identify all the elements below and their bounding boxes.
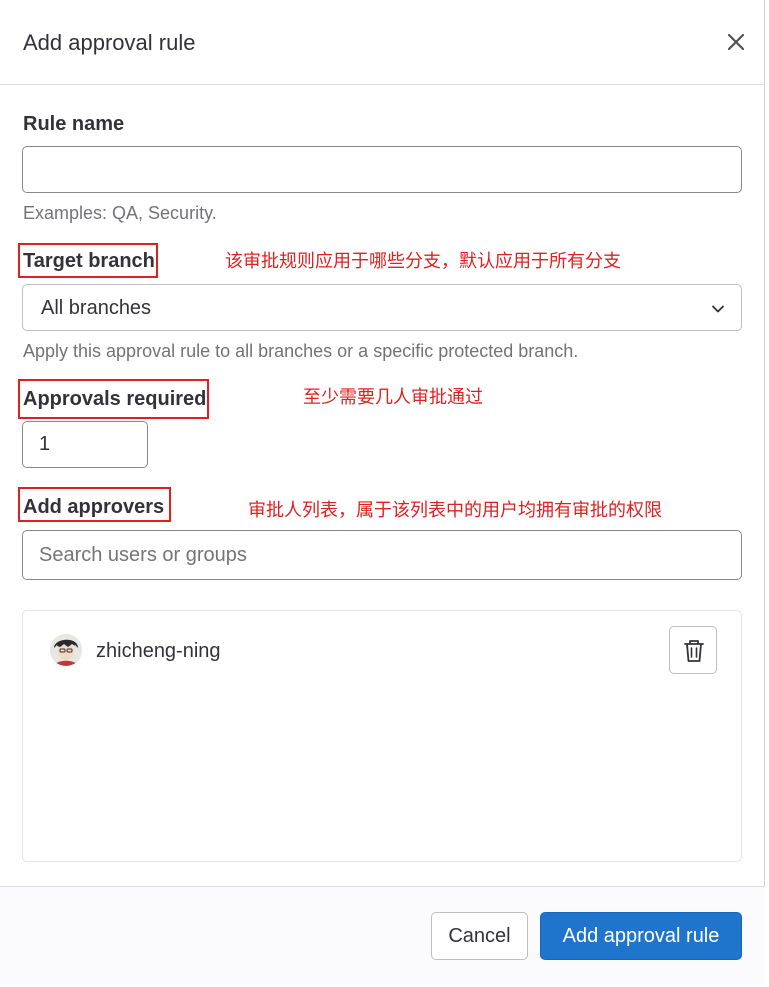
- modal-footer: Cancel Add approval rule: [0, 886, 765, 985]
- approver-search-input[interactable]: [22, 530, 742, 580]
- add-approval-rule-modal: Add approval rule Rule name Examples: QA…: [0, 0, 765, 985]
- modal-title: Add approval rule: [23, 30, 196, 55]
- close-button[interactable]: [722, 28, 750, 56]
- approvals-required-input[interactable]: [22, 421, 148, 468]
- cancel-button[interactable]: Cancel: [431, 912, 528, 960]
- target-branch-annotation: 该审批规则应用于哪些分支，默认应用于所有分支: [225, 251, 621, 272]
- approvals-required-label: Approvals required: [23, 388, 207, 410]
- target-branch-select[interactable]: All branches: [22, 284, 742, 331]
- rule-name-input[interactable]: [22, 146, 742, 193]
- add-approval-rule-button[interactable]: Add approval rule: [540, 912, 742, 960]
- trash-icon: [684, 640, 704, 662]
- target-branch-label: Target branch: [23, 250, 155, 272]
- add-approvers-annotation: 审批人列表，属于该列表中的用户均拥有审批的权限: [248, 500, 662, 521]
- user-avatar: [50, 634, 82, 666]
- approvers-list: zhicheng-ning: [22, 610, 742, 862]
- chevron-down-icon: [712, 305, 724, 313]
- approver-name: zhicheng-ning: [96, 640, 221, 662]
- rule-name-label: Rule name: [23, 113, 125, 135]
- approvals-required-annotation: 至少需要几人审批通过: [303, 387, 483, 408]
- rule-name-help: Examples: QA, Security.: [23, 203, 217, 223]
- modal-header: Add approval rule: [0, 0, 765, 85]
- close-icon: [727, 33, 745, 51]
- add-approvers-label: Add approvers: [23, 496, 165, 518]
- target-branch-help: Apply this approval rule to all branches…: [23, 341, 579, 361]
- target-branch-selected-value: All branches: [41, 297, 152, 319]
- remove-approver-button[interactable]: [669, 626, 717, 674]
